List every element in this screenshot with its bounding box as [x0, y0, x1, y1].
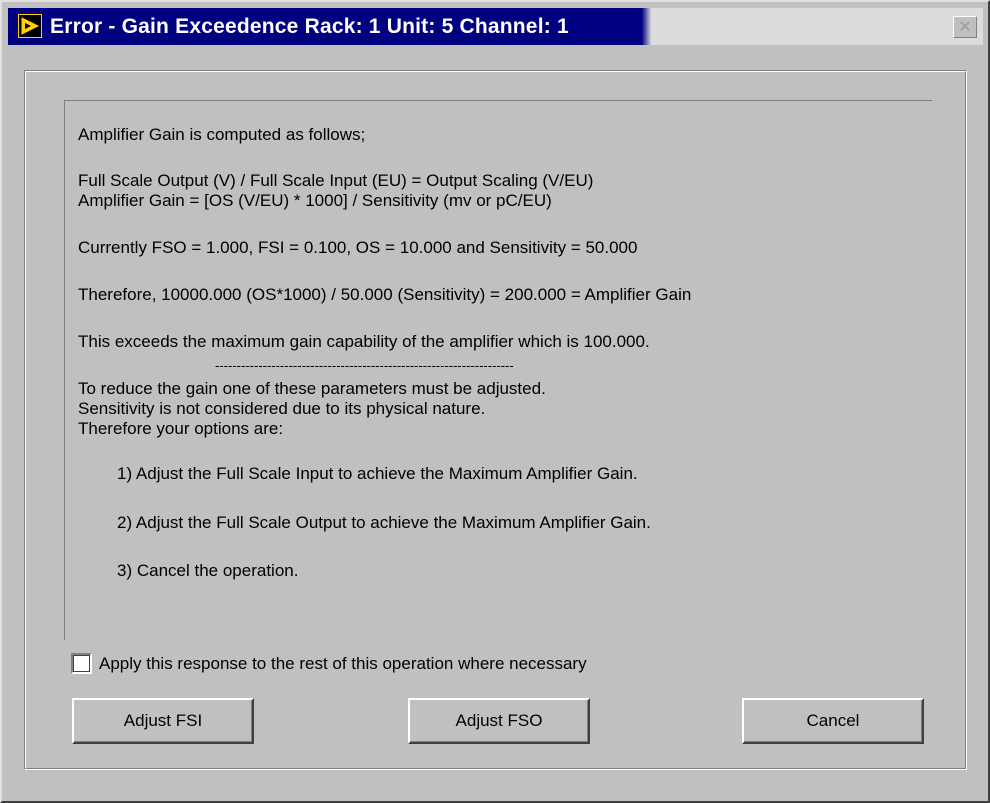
message-line: This exceeds the maximum gain capability… [78, 332, 650, 351]
error-dialog-window: Error - Gain Exceedence Rack: 1 Unit: 5 … [0, 0, 990, 803]
message-line: Therefore, 10000.000 (OS*1000) / 50.000 … [78, 285, 692, 304]
message-line: Therefore your options are: [78, 419, 284, 438]
message-line: Full Scale Output (V) / Full Scale Input… [78, 171, 594, 190]
option-line: 1) Adjust the Full Scale Input to achiev… [117, 464, 638, 483]
adjust-fsi-button[interactable]: Adjust FSI [72, 698, 254, 744]
adjust-fso-button[interactable]: Adjust FSO [408, 698, 590, 744]
message-line: Amplifier Gain = [OS (V/EU) * 1000] / Se… [78, 191, 552, 210]
cancel-button[interactable]: Cancel [742, 698, 924, 744]
title-bar[interactable]: Error - Gain Exceedence Rack: 1 Unit: 5 … [8, 8, 983, 45]
labview-app-icon [18, 14, 42, 38]
separator-line: ----------------------------------------… [215, 358, 514, 373]
message-line: To reduce the gain one of these paramete… [78, 379, 546, 398]
option-line: 3) Cancel the operation. [117, 561, 299, 580]
message-line: Amplifier Gain is computed as follows; [78, 125, 366, 144]
message-line: Sensitivity is not considered due to its… [78, 399, 486, 418]
apply-response-label[interactable]: Apply this response to the rest of this … [99, 654, 587, 674]
message-line: Currently FSO = 1.000, FSI = 0.100, OS =… [78, 238, 638, 257]
close-icon[interactable]: ✕ [953, 16, 977, 38]
window-title: Error - Gain Exceedence Rack: 1 Unit: 5 … [50, 15, 569, 38]
apply-response-checkbox[interactable] [71, 653, 92, 674]
option-line: 2) Adjust the Full Scale Output to achie… [117, 513, 651, 532]
